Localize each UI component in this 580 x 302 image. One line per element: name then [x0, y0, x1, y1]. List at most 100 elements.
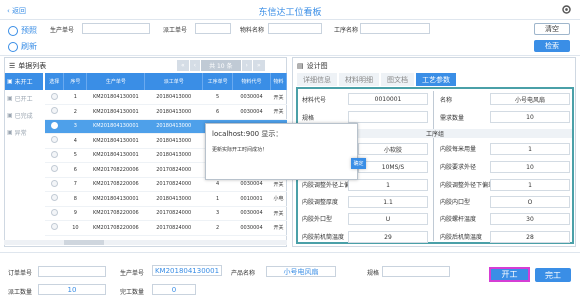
table-row[interactable]: 1 KM201804130001 20180413000 5 0030004 开关 — [45, 90, 287, 105]
bottom-prod-input[interactable]: KM201804130001 — [152, 265, 222, 276]
row-name: 开关 — [270, 104, 287, 120]
param-value: 10 — [490, 161, 570, 173]
radio-icon[interactable] — [50, 179, 58, 187]
order-input[interactable] — [38, 266, 106, 277]
row-select[interactable] — [45, 191, 64, 207]
row-select[interactable] — [45, 133, 64, 149]
row-mat: 0010001 — [232, 191, 271, 207]
demand-label: 需求数量 — [440, 115, 465, 122]
list-title: 单据列表 — [18, 61, 47, 70]
table-row[interactable]: 2 KM201804130001 20180413000 6 0030004 开关 — [45, 104, 287, 120]
row-disp: 20180413000 — [144, 148, 203, 163]
table-row[interactable]: 9 KM201708220006 20170824000 3 0030004 开关 — [45, 206, 287, 221]
alert-dialog: localhost:900 显示： 更新实际开工时间成功！ — [205, 123, 358, 180]
row-prod: KM201708220006 — [86, 206, 145, 221]
horizontal-scrollbar[interactable] — [4, 240, 287, 245]
spec-label: 规格 — [302, 115, 315, 122]
tab-completed[interactable]: ▣ 已完成 — [5, 107, 43, 124]
pager-last[interactable]: » — [252, 60, 265, 71]
tab-not-started[interactable]: ▣ 未开工 — [5, 73, 43, 90]
status-tabs: ▣ 未开工 ▣ 已开工 ▣ 已完成 ▣ 异常 — [5, 73, 43, 141]
param-value: 30 — [490, 213, 570, 225]
dispatch-qty-input[interactable]: 10 — [38, 284, 106, 295]
tab-exception[interactable]: ▣ 异常 — [5, 124, 43, 141]
table-header: 选择 序号 生产单号 派工单号 工序单号 物料代号 物料 — [45, 73, 288, 90]
row-disp: 20180413000 — [144, 191, 203, 207]
row-mat: 0030004 — [232, 90, 271, 105]
row-select[interactable] — [45, 148, 64, 163]
radio-icon[interactable] — [50, 223, 58, 231]
done-qty-input[interactable]: 0 — [152, 284, 196, 295]
row-prod: KM201804130001 — [86, 148, 145, 163]
param-value: O — [490, 196, 570, 208]
radio-icon[interactable] — [50, 194, 58, 202]
tab-started-label: 已开工 — [14, 96, 33, 103]
row-select[interactable] — [45, 90, 64, 105]
row-mat: 0030004 — [232, 104, 271, 120]
column-divider — [433, 91, 434, 241]
row-select[interactable] — [45, 162, 64, 178]
material-name-input[interactable] — [268, 23, 322, 34]
param-value: 1 — [348, 179, 428, 191]
search-button[interactable]: 检索 — [534, 40, 570, 52]
radio-icon[interactable] — [50, 136, 58, 144]
gear-icon[interactable] — [561, 4, 572, 15]
pager-first[interactable]: « — [177, 60, 189, 71]
row-disp: 20170824000 — [144, 206, 203, 221]
refresh-button[interactable]: 刷新 — [8, 41, 37, 52]
pager-next[interactable]: › — [241, 60, 252, 71]
tab-documents[interactable]: 图文档 — [381, 73, 414, 86]
radio-icon[interactable] — [50, 121, 58, 129]
row-prod: KM201804130001 — [86, 104, 145, 120]
row-select[interactable] — [45, 220, 64, 236]
row-no: 4 — [63, 133, 87, 149]
bottom-spec-input[interactable] — [382, 266, 450, 277]
tab-details[interactable]: 详细信息 — [297, 73, 337, 86]
bottom-prod-label: 生产单号 — [120, 270, 145, 277]
scrollbar-thumb[interactable] — [64, 240, 104, 245]
param-value: 28 — [490, 231, 570, 243]
order-label: 订单单号 — [8, 270, 33, 277]
demand-value: 10 — [490, 111, 570, 123]
material-code-value: 0010001 — [348, 93, 428, 105]
radio-icon[interactable] — [50, 150, 58, 158]
row-no: 1 — [63, 90, 87, 105]
param-value: 小软胶 — [358, 143, 428, 155]
production-order-input[interactable] — [82, 23, 150, 34]
tab-exception-label: 异常 — [14, 130, 27, 137]
finish-button[interactable]: 完工 — [535, 268, 571, 282]
tab-materials[interactable]: 材料明细 — [339, 73, 379, 86]
name-label: 名称 — [440, 97, 453, 104]
query-button[interactable]: 预照 — [8, 25, 37, 36]
table-row[interactable]: 10 KM201708220006 20170824000 2 0030004 开关 — [45, 220, 287, 236]
row-select[interactable] — [45, 119, 64, 134]
row-name: 开关 — [270, 220, 287, 236]
tab-started[interactable]: ▣ 已开工 — [5, 90, 43, 107]
tab-process-params[interactable]: 工艺参数 — [416, 73, 456, 86]
top-bar: ‹ 返回 东信达工位看板 — [0, 0, 580, 20]
clear-button[interactable]: 清空 — [534, 23, 570, 35]
dispatch-qty-label: 派工数量 — [8, 289, 33, 296]
spec-value — [348, 111, 428, 123]
start-button[interactable]: 开工 — [489, 267, 530, 282]
radio-icon[interactable] — [50, 165, 58, 173]
row-select[interactable] — [45, 177, 64, 192]
row-proc: 2 — [202, 220, 233, 236]
process-name-input[interactable] — [360, 23, 430, 34]
dispatch-order-input[interactable] — [195, 23, 231, 34]
radio-icon[interactable] — [50, 208, 58, 216]
table-row[interactable]: 8 KM201804130001 20180413000 1 0010001 小电 — [45, 191, 287, 207]
row-proc: 6 — [202, 104, 233, 120]
radio-icon[interactable] — [50, 92, 58, 100]
product-input[interactable]: 小号电风扇 — [266, 266, 336, 277]
radio-icon[interactable] — [50, 107, 58, 115]
param-value: 1.1 — [348, 196, 428, 208]
pager-prev[interactable]: ‹ — [189, 60, 201, 71]
row-mat: 0030004 — [232, 206, 271, 221]
row-select[interactable] — [45, 104, 64, 120]
material-code-label: 材料代号 — [302, 97, 327, 104]
param-value: 29 — [348, 231, 428, 243]
row-disp: 20180413000 — [144, 90, 203, 105]
row-select[interactable] — [45, 206, 64, 221]
dialog-ok-button[interactable]: 确定 — [351, 158, 366, 169]
